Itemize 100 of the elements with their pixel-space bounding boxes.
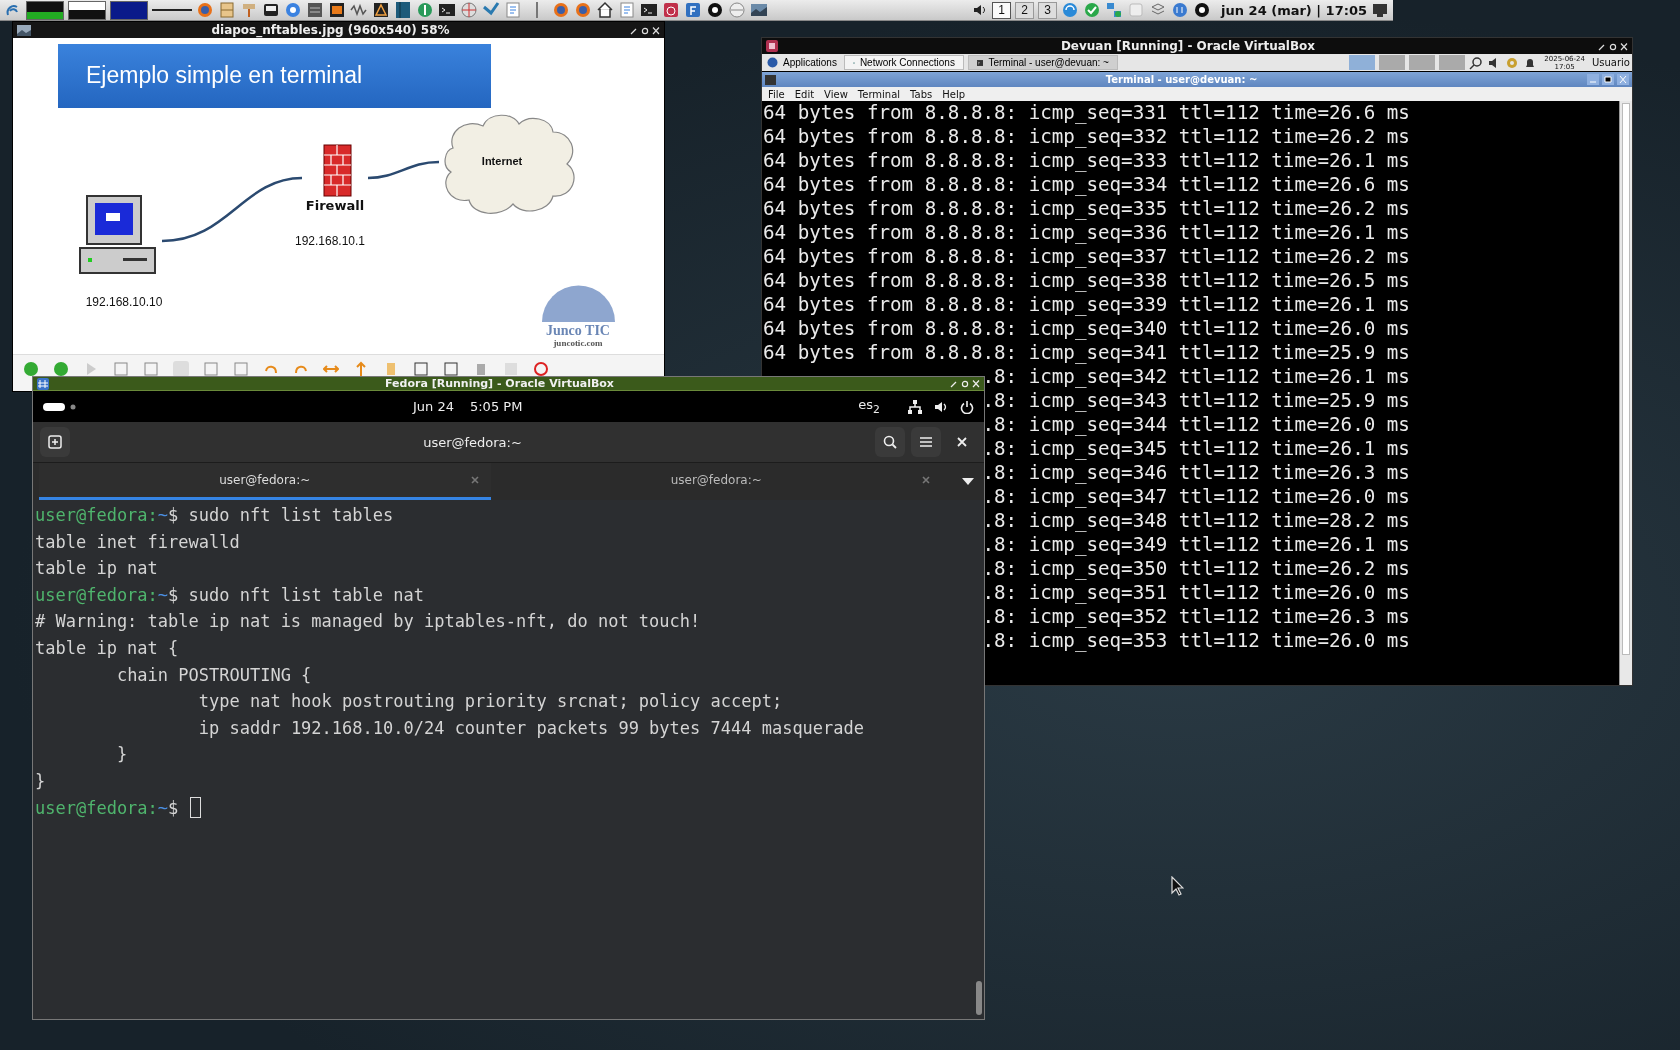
terminal-line: 64 bytes from 8.8.8.8: icmp_seq=338 ttl=112 time=26.5 ms (763, 269, 1410, 293)
taskbar-button[interactable]: Terminal - user@devuan: ~ (967, 55, 1118, 70)
terminal-line: .8: icmp_seq=347 ttl=112 time=26.0 ms (982, 485, 1410, 509)
landscape-icon[interactable] (750, 1, 768, 19)
window-buttons-icon[interactable] (1587, 74, 1629, 85)
workspace-button[interactable]: 2 (1015, 1, 1035, 19)
terminal-line: .8: icmp_seq=352 ttl=112 time=26.3 ms (982, 605, 1410, 629)
terminal-line: 64 bytes from 8.8.8.8: icmp_seq=340 ttl=112 time=26.0 ms (763, 317, 1410, 341)
workspace-switcher[interactable] (1379, 55, 1406, 70)
top-bar-time[interactable]: 5:05 PM (469, 399, 523, 414)
terminal-line: .8: icmp_seq=348 ttl=112 time=28.2 ms (982, 509, 1410, 533)
window-controls-icon[interactable] (950, 379, 980, 388)
scrollbar[interactable] (1619, 101, 1632, 685)
window-title: Fedora [Running] - Oracle VirtualBox (384, 377, 615, 390)
sync-icon[interactable] (1061, 1, 1080, 19)
terminal-line: 64 bytes from 8.8.8.8: icmp_seq=333 ttl=112 time=26.1 ms (763, 149, 1410, 173)
paintbrush-icon[interactable] (240, 1, 258, 19)
clock: jun 24 (mar) | 17:05 (1221, 2, 1367, 18)
virtualbox-icon (766, 40, 778, 52)
workspace-button[interactable]: 3 (1038, 1, 1058, 19)
network-icon[interactable] (908, 399, 922, 414)
terminal-output: chain POSTROUTING { (115, 663, 312, 687)
globe-icon[interactable] (552, 1, 570, 19)
brick-wall-icon (323, 144, 352, 197)
top-bar-date[interactable]: Jun 24 (412, 399, 454, 414)
window-icon[interactable] (262, 1, 280, 19)
search-icon[interactable] (1469, 55, 1484, 70)
activities-indicator-icon[interactable] (43, 402, 77, 411)
workspace-switcher[interactable] (1409, 55, 1436, 70)
file-cabinet-icon[interactable] (218, 1, 236, 19)
menu-item[interactable]: Tabs (910, 88, 933, 100)
terminal-icon[interactable] (438, 1, 456, 19)
terminal-title: Terminal - user@devuan: ~ (1104, 74, 1259, 85)
window-controls-icon[interactable] (1598, 41, 1628, 51)
user-name[interactable]: Usuario (1592, 57, 1630, 68)
terminal-icon (976, 57, 984, 68)
scrollbar[interactable] (976, 981, 982, 1015)
browser-icon[interactable] (284, 1, 302, 19)
menu-button[interactable] (911, 427, 941, 457)
close-icon[interactable] (470, 476, 479, 484)
window-title: Devuan [Running] - Oracle VirtualBox (1059, 39, 1317, 53)
terminal-line: .8: icmp_seq=345 ttl=112 time=26.1 ms (982, 437, 1410, 461)
globe-icon[interactable] (196, 1, 214, 19)
house-icon[interactable] (596, 1, 614, 19)
dropdown-caret-icon[interactable] (962, 478, 974, 485)
close-icon (957, 437, 967, 447)
monitor-icon[interactable] (1371, 1, 1389, 19)
terminal-tab[interactable]: user@fedora:~ (490, 463, 942, 500)
line-graph-icon (152, 9, 192, 11)
logo-name: Junco TIC (546, 323, 610, 338)
record-icon[interactable] (706, 1, 724, 19)
terminal-line: 64 bytes from 8.8.8.8: icmp_seq=335 ttl=112 time=26.2 ms (763, 197, 1410, 221)
terminal-line: 64 bytes from 8.8.8.8: icmp_seq=332 ttl=112 time=26.2 ms (763, 125, 1410, 149)
frame-icon[interactable] (203, 361, 219, 377)
terminal-line: .8: icmp_seq=349 ttl=112 time=26.1 ms (982, 533, 1410, 557)
slide-title: Ejemplo simple en terminal (86, 62, 363, 88)
menu-item[interactable]: File (768, 88, 785, 100)
panel-icon[interactable] (394, 1, 412, 19)
search-icon (883, 435, 897, 449)
power-icon[interactable] (960, 399, 974, 414)
notepad-icon[interactable] (504, 1, 522, 19)
app-icon[interactable] (306, 1, 324, 19)
mouse-pointer-icon (1171, 876, 1184, 896)
terminal-icon[interactable] (640, 1, 658, 19)
triangle-icon[interactable] (372, 1, 390, 19)
check-icon[interactable] (1083, 1, 1102, 19)
menu-item[interactable]: View (824, 88, 848, 100)
keyboard-layout[interactable]: es$_{2}$ (858, 397, 880, 416)
app-icon[interactable] (328, 1, 346, 19)
terminal-title: user@fedora:~ (422, 434, 523, 450)
applications-menu[interactable]: Applications (764, 55, 840, 70)
workspace-switcher[interactable] (1439, 55, 1466, 70)
menu-item[interactable]: Help (942, 88, 966, 100)
close-icon[interactable] (922, 476, 930, 484)
window-controls-icon[interactable] (630, 25, 660, 35)
workspace-button[interactable]: 1 (992, 1, 1012, 19)
cloud-label: Internet (481, 155, 523, 167)
prompt-line: user@fedora:~$ sudo nft list table nat (35, 583, 424, 607)
prompt-line: user@fedora:~$ (35, 796, 179, 820)
record-icon[interactable] (1193, 1, 1212, 19)
logo-website: juncotic.com (553, 338, 603, 348)
terminal-line: .8: icmp_seq=353 ttl=112 time=26.0 ms (982, 629, 1410, 653)
menu-item[interactable]: Edit (794, 88, 815, 100)
menu-item[interactable]: Terminal (857, 88, 901, 100)
plus-square-icon (48, 435, 62, 449)
terminal-line: 64 bytes from 8.8.8.8: icmp_seq=341 ttl=112 time=25.9 ms (763, 341, 1410, 365)
speaker-icon[interactable] (934, 399, 948, 414)
frame-icon[interactable] (413, 361, 429, 377)
terminal-icon (765, 74, 776, 85)
computer-icon (79, 195, 156, 274)
firewall-address: 192.168.10.1 (294, 234, 366, 248)
new-tab-button[interactable] (40, 427, 70, 457)
cpu-graph (26, 0, 64, 20)
frame-icon[interactable] (443, 361, 459, 377)
taskbar-button[interactable]: Network Connections (843, 55, 964, 70)
search-button[interactable] (875, 427, 905, 457)
globe-icon[interactable] (574, 1, 592, 19)
terminal-line: 64 bytes from 8.8.8.8: icmp_seq=337 ttl=112 time=26.2 ms (763, 245, 1410, 269)
workspace-switcher[interactable] (1349, 55, 1376, 70)
terminal-line: .8: icmp_seq=342 ttl=112 time=26.1 ms (982, 365, 1410, 389)
